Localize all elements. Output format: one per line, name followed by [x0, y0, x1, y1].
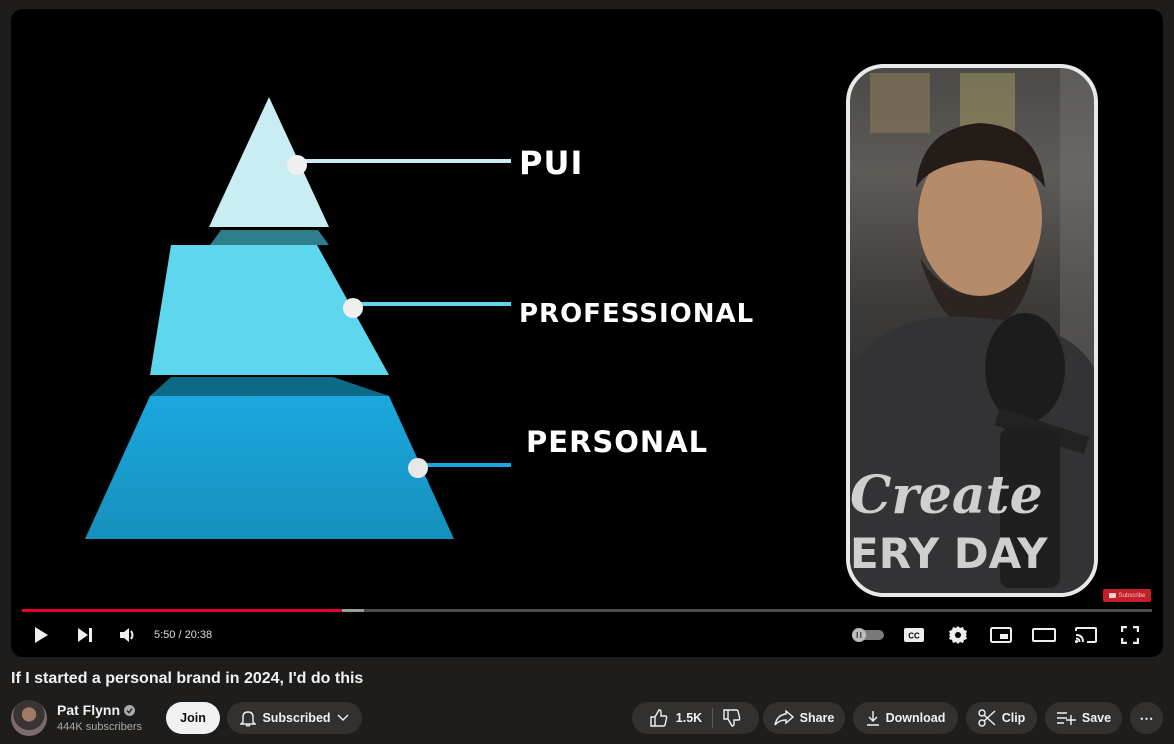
channel-name-link[interactable]: Pat Flynn: [57, 702, 136, 718]
verified-icon: [124, 704, 136, 716]
theater-mode-button[interactable]: [1031, 617, 1057, 653]
bell-icon: [240, 711, 257, 727]
svg-text:Create: Create: [850, 465, 1043, 526]
share-button[interactable]: Share: [763, 702, 845, 734]
volume-button[interactable]: [115, 617, 141, 653]
pyramid-level-bottom: [85, 396, 454, 539]
thumbs-down-icon: [723, 709, 741, 727]
svg-text:ERY DAY: ERY DAY: [850, 529, 1048, 578]
cast-button[interactable]: [1073, 617, 1099, 653]
pyramid-shadow-top: [210, 230, 329, 245]
pyramid-label-middle: PROFESSIONAL: [519, 299, 754, 329]
share-icon: [773, 710, 794, 726]
thumbs-up-icon: [650, 709, 668, 727]
connector-dot: [343, 298, 363, 318]
pyramid-label-top: PUI: [519, 144, 583, 182]
connector-dot: [287, 155, 307, 175]
subscribed-button[interactable]: Subscribed: [227, 702, 362, 734]
progress-bar[interactable]: [22, 609, 1152, 612]
download-button[interactable]: Download: [853, 702, 958, 734]
download-icon: [866, 711, 879, 726]
svg-text:CC: CC: [908, 632, 920, 641]
playlist-add-icon: [1056, 712, 1076, 725]
clip-button[interactable]: Clip: [966, 702, 1037, 734]
youtube-icon: [1108, 593, 1116, 598]
video-player[interactable]: PUI PROFESSIONAL PERSONAL Create ERY DAY…: [11, 9, 1163, 657]
subscribe-watermark[interactable]: Subscribe: [1103, 589, 1151, 602]
gear-icon: [949, 626, 967, 644]
save-button[interactable]: Save: [1045, 702, 1122, 734]
next-button[interactable]: [73, 617, 97, 653]
chevron-down-icon: [337, 714, 349, 721]
subscriber-count: 444K subscribers: [57, 721, 142, 733]
webcam-overlay: Create ERY DAY: [846, 64, 1098, 597]
scissors-icon: [977, 709, 996, 727]
fullscreen-button[interactable]: [1117, 617, 1143, 653]
play-button[interactable]: [29, 617, 53, 653]
like-divider: [712, 708, 714, 728]
player-controls: 5:50 / 20:38 CC: [11, 617, 1163, 653]
channel-avatar[interactable]: [11, 700, 47, 736]
more-actions-button[interactable]: ⋯: [1130, 702, 1163, 734]
like-dislike-group: 1.5K: [632, 702, 759, 734]
pyramid-label-bottom: PERSONAL: [526, 425, 708, 459]
play-icon: [35, 627, 48, 643]
time-display: 5:50 / 20:38: [154, 629, 213, 641]
theater-icon: [1032, 628, 1056, 642]
settings-button[interactable]: [945, 617, 971, 653]
miniplayer-button[interactable]: [988, 617, 1014, 653]
miniplayer-icon: [990, 627, 1012, 643]
cast-icon: [1075, 627, 1097, 643]
autoplay-toggle[interactable]: [851, 617, 885, 653]
captions-button[interactable]: CC: [901, 617, 927, 653]
channel-action-row: Pat Flynn 444K subscribers Join Subscrib…: [11, 700, 1163, 736]
progress-played: [22, 609, 342, 612]
video-title: If I started a personal brand in 2024, I…: [11, 670, 364, 687]
volume-icon: [120, 628, 134, 642]
join-button[interactable]: Join: [166, 702, 220, 734]
captions-icon: CC: [904, 628, 924, 642]
autoplay-toggle-icon: [852, 628, 884, 642]
like-button[interactable]: 1.5K: [650, 709, 702, 727]
fullscreen-icon: [1121, 626, 1139, 644]
next-icon: [78, 628, 92, 642]
connector-dot: [408, 458, 428, 478]
dislike-button[interactable]: [723, 709, 741, 727]
